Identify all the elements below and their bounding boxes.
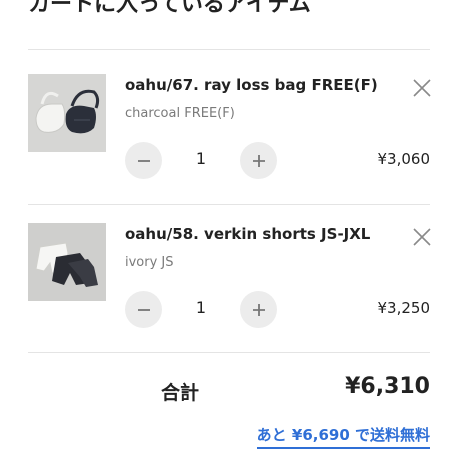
free-shipping-link[interactable]: あと ¥6,690 で送料無料 bbox=[256, 424, 430, 449]
minus-icon bbox=[137, 159, 150, 162]
quantity-value: 1 bbox=[195, 298, 207, 317]
minus-icon bbox=[137, 308, 150, 311]
decrease-quantity-button[interactable] bbox=[125, 291, 162, 328]
product-variant: charcoal FREE(F) bbox=[125, 106, 235, 121]
decrease-quantity-button[interactable] bbox=[125, 142, 162, 179]
product-image-bag[interactable] bbox=[28, 74, 106, 152]
cart-item: oahu/67. ray loss bag FREE(F) charcoal F… bbox=[0, 74, 460, 224]
total-label: 合計 bbox=[161, 382, 200, 404]
divider bbox=[28, 49, 430, 50]
product-name[interactable]: oahu/58. verkin shorts JS-JXL bbox=[125, 225, 370, 243]
product-name[interactable]: oahu/67. ray loss bag FREE(F) bbox=[125, 76, 378, 94]
divider bbox=[28, 204, 430, 205]
product-price: ¥3,060 bbox=[377, 150, 431, 168]
quantity-value: 1 bbox=[195, 149, 207, 168]
close-icon bbox=[413, 228, 431, 246]
increase-quantity-button[interactable] bbox=[240, 142, 277, 179]
plus-icon bbox=[252, 303, 265, 316]
plus-icon bbox=[252, 154, 265, 167]
total-value: ¥6,310 bbox=[345, 374, 430, 399]
product-variant: ivory JS bbox=[125, 255, 174, 270]
remove-item-button[interactable] bbox=[410, 225, 434, 249]
cart-item: oahu/58. verkin shorts JS-JXL ivory JS 1… bbox=[0, 223, 460, 373]
page-title: カートに入っているアイテム bbox=[28, 0, 311, 17]
product-image-shorts[interactable] bbox=[28, 223, 106, 301]
close-icon bbox=[413, 79, 431, 97]
product-price: ¥3,250 bbox=[377, 299, 431, 317]
divider bbox=[28, 352, 430, 353]
increase-quantity-button[interactable] bbox=[240, 291, 277, 328]
remove-item-button[interactable] bbox=[410, 76, 434, 100]
